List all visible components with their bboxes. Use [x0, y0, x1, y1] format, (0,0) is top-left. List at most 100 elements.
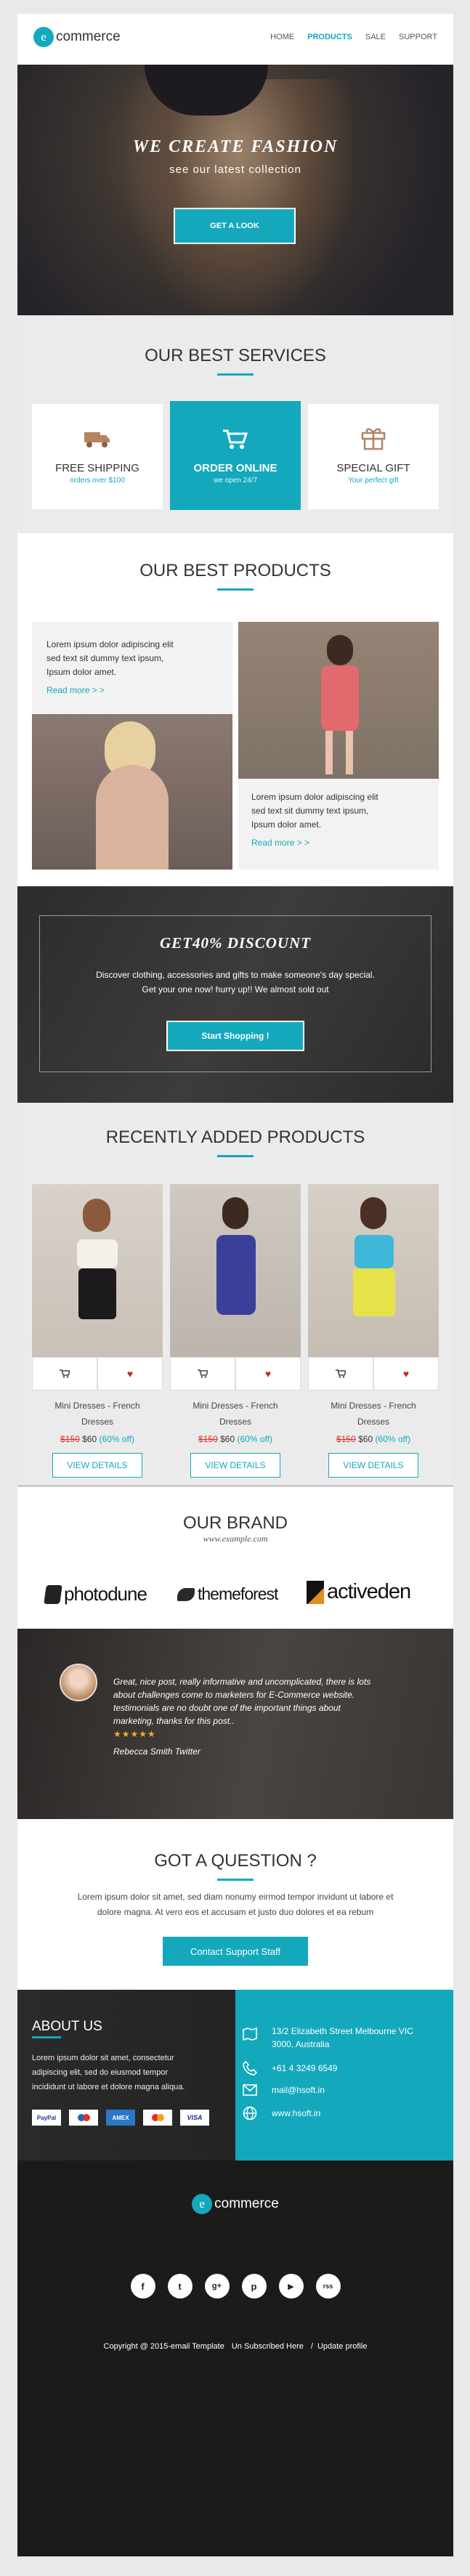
website-link[interactable]: www.hsoft.in — [272, 2108, 320, 2118]
cart-action[interactable] — [170, 1357, 235, 1390]
unsubscribe-link[interactable]: Un Subscribed Here — [232, 2342, 304, 2351]
cart-icon — [223, 429, 248, 449]
twitter-icon[interactable]: t — [167, 2274, 193, 2298]
view-details-button[interactable]: VIEW DETAILS — [52, 1453, 142, 1478]
phone-icon — [243, 2061, 257, 2075]
heart-icon: ♥ — [264, 1368, 272, 1380]
leg-shape — [325, 731, 333, 774]
heart-icon: ♥ — [402, 1368, 410, 1380]
products-underline — [217, 588, 254, 591]
nav-support[interactable]: SUPPORT — [399, 33, 437, 41]
start-shopping-button[interactable]: Start Shopping ! — [166, 1021, 304, 1051]
old-price: $150 — [198, 1434, 218, 1444]
brand-name: photodune — [64, 1583, 147, 1605]
service-free-shipping[interactable]: FREE SHIPPING orders over $100 — [32, 404, 163, 509]
testimonial-line: about challenges come to marketers for E… — [113, 1690, 355, 1700]
google-plus-icon[interactable]: g+ — [204, 2274, 230, 2298]
pinterest-icon[interactable]: p — [241, 2274, 267, 2298]
hero-figure — [126, 79, 352, 315]
facebook-icon[interactable]: f — [130, 2274, 155, 2298]
brand-title: OUR BRAND — [182, 1513, 288, 1533]
question-line-2: dolore magna. At vero eos et accusam et … — [97, 1907, 374, 1917]
leaf-icon — [177, 1587, 195, 1601]
reviewer-avatar — [60, 1664, 97, 1701]
youtube-icon[interactable]: ▶ — [278, 2274, 304, 2298]
wishlist-action[interactable]: ♥ — [97, 1357, 163, 1390]
product-name-line-1: Mini Dresses - French — [54, 1401, 140, 1411]
product-name-line-1: Mini Dresses - French — [331, 1401, 416, 1411]
email-address[interactable]: mail@hsoft.in — [272, 2085, 325, 2095]
top-shape — [354, 1235, 394, 1268]
dress-shape — [216, 1235, 256, 1315]
wishlist-action[interactable]: ♥ — [235, 1357, 301, 1390]
discount-line-1: Discover clothing, accessories and gifts… — [96, 970, 375, 980]
link-separator: / — [310, 2342, 313, 2351]
product-name-line-2: Dresses — [219, 1417, 251, 1427]
brand-name: themeforest — [198, 1584, 278, 1603]
product-photo[interactable] — [32, 1184, 163, 1357]
read-more-link[interactable]: Read more > > — [46, 684, 218, 697]
price-line: $150 $60 (60% off) — [170, 1434, 301, 1444]
product-photo-red-dress[interactable] — [238, 622, 439, 779]
hero-title: WE CREATE FASHION — [132, 137, 339, 156]
nav-products[interactable]: PRODUCTS — [307, 33, 352, 41]
product-photo[interactable] — [308, 1184, 439, 1357]
copyright-text: Copyright @ 2015-email Template — [103, 2342, 224, 2351]
product-name-line-2: Dresses — [357, 1417, 389, 1427]
cart-action[interactable] — [32, 1357, 97, 1390]
update-profile-link[interactable]: Update profile — [317, 2342, 368, 2351]
photodune-icon — [44, 1584, 62, 1604]
blurb-line: Ipsum dolor amet. — [46, 667, 117, 677]
price-line: $150 $60 (60% off) — [308, 1434, 439, 1444]
question-section: GOT A QUESTION ? Lorem ipsum dolor sit a… — [17, 1819, 453, 1990]
view-details-button[interactable]: VIEW DETAILS — [190, 1453, 280, 1478]
figure-shape — [96, 765, 169, 870]
header: e commerce HOME PRODUCTS SALE SUPPORT — [17, 14, 453, 65]
footer-logo[interactable]: e commerce — [17, 2194, 453, 2214]
activeden-icon — [307, 1580, 324, 1604]
about-title: ABOUT US — [32, 2019, 102, 2034]
brand-logo-activeden[interactable]: activeden — [307, 1580, 411, 1604]
rss-icon[interactable]: rss — [315, 2274, 341, 2298]
service-special-gift[interactable]: SPECIAL GIFT Your perfect gift — [308, 404, 439, 509]
brand-logo-themeforest[interactable]: themeforest — [177, 1584, 278, 1604]
discount-percent: (60% off) — [237, 1434, 272, 1444]
product-card: ♥ Mini Dresses - French Dresses $150 $60… — [170, 1184, 301, 1478]
testimonial-line: Great, nice post, really informative and… — [113, 1677, 371, 1687]
wishlist-action[interactable]: ♥ — [373, 1357, 439, 1390]
product-blurb-1: Lorem ipsum dolor adipiscing elit sed te… — [32, 622, 232, 714]
hero-subtitle: see our latest collection — [169, 163, 301, 176]
contact-support-button[interactable]: Contact Support Staff — [163, 1937, 308, 1966]
phone-number[interactable]: +61 4 3249 6549 — [272, 2063, 337, 2073]
cart-icon — [198, 1369, 208, 1378]
old-price: $150 — [336, 1434, 356, 1444]
question-underline — [217, 1879, 254, 1881]
discount-percent: (60% off) — [375, 1434, 410, 1444]
brand-name: activeden — [327, 1580, 411, 1603]
services-title: OUR BEST SERVICES — [145, 346, 326, 365]
get-a-look-button[interactable]: GET A LOOK — [174, 208, 296, 244]
leg-shape — [346, 731, 353, 774]
dress-shape — [321, 665, 359, 731]
product-photo-blonde[interactable] — [32, 714, 232, 870]
view-details-button[interactable]: VIEW DETAILS — [328, 1453, 418, 1478]
service-title: FREE SHIPPING — [55, 462, 139, 474]
top-nav: HOME PRODUCTS SALE SUPPORT — [270, 33, 437, 41]
truck-icon — [84, 432, 110, 447]
logo[interactable]: e commerce — [33, 27, 121, 47]
gift-icon — [361, 428, 386, 450]
mastercard-card — [143, 2110, 172, 2126]
skirt-shape — [353, 1268, 395, 1316]
nav-sale[interactable]: SALE — [365, 33, 386, 41]
cart-action[interactable] — [308, 1357, 373, 1390]
visa-card: VISA — [180, 2110, 209, 2126]
brand-logo-photodune[interactable]: photodune — [44, 1583, 147, 1605]
read-more-link[interactable]: Read more > > — [251, 836, 426, 850]
nav-home[interactable]: HOME — [270, 33, 294, 41]
logo-text: commerce — [56, 29, 121, 44]
testimonial-section: Great, nice post, really informative and… — [17, 1629, 453, 1819]
product-photo[interactable] — [170, 1184, 301, 1357]
service-order-online[interactable]: ORDER ONLINE we open 24/7 — [170, 401, 301, 510]
blurb-line: Lorem ipsum dolor adipiscing elit — [251, 792, 378, 802]
about-line: adipiscing elit, sed do eiusmod tempor — [32, 2068, 169, 2077]
